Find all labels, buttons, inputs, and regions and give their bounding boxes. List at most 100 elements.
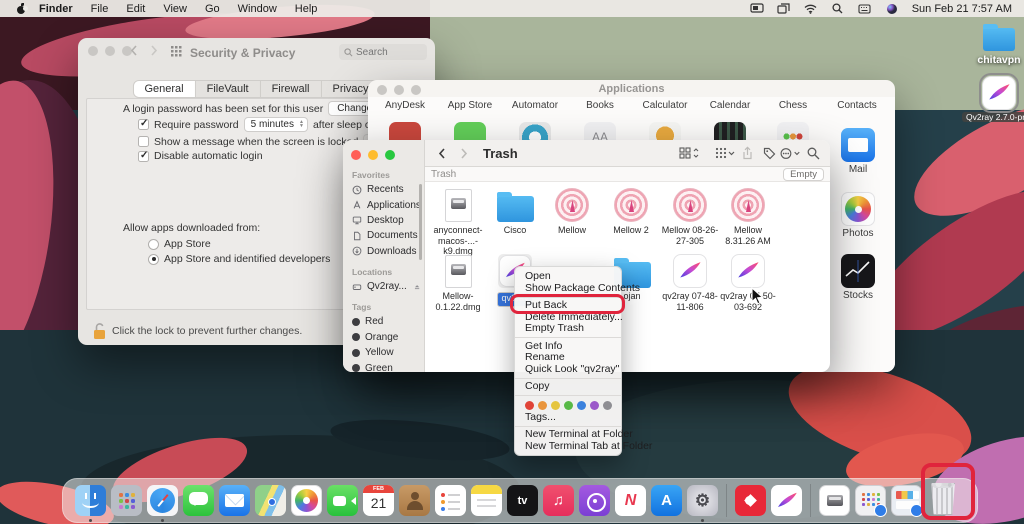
show-message-checkbox[interactable]: [138, 136, 149, 147]
sidebar-item-applications[interactable]: Applications: [343, 197, 424, 212]
dock-mail-icon[interactable]: [219, 485, 250, 516]
file-item[interactable]: Cisco: [486, 184, 544, 236]
tag-blue-icon[interactable]: [577, 401, 586, 410]
tag-yellow-icon[interactable]: [551, 401, 560, 410]
dock-podcasts-icon[interactable]: [579, 485, 610, 516]
dock-calendar-icon[interactable]: FEB21: [363, 485, 394, 516]
input-source-icon[interactable]: [858, 2, 872, 15]
window-controls[interactable]: [351, 150, 395, 160]
dock-notes-icon[interactable]: [471, 485, 502, 516]
radio-identified-developers[interactable]: [148, 254, 159, 265]
tab-firewall[interactable]: Firewall: [261, 81, 322, 97]
siri-icon[interactable]: [885, 2, 899, 15]
menu-item-new-terminal[interactable]: New Terminal at Folder: [515, 429, 621, 441]
apple-menu-icon[interactable]: [16, 4, 26, 14]
disable-auto-login-checkbox[interactable]: [138, 151, 149, 162]
dock-qv2ray-icon[interactable]: [771, 485, 802, 516]
menu-item-new-terminal-tab[interactable]: New Terminal Tab at Folder: [515, 441, 621, 453]
dock-messages-icon[interactable]: [183, 485, 214, 516]
file-item[interactable]: qv2ray 07-48-11-806: [661, 250, 719, 312]
app-icon-photos[interactable]: [841, 192, 875, 226]
eject-icon[interactable]: [414, 283, 420, 291]
dock-finder-icon[interactable]: [75, 485, 106, 516]
minimize-button[interactable]: [368, 150, 378, 160]
menu-go[interactable]: Go: [196, 3, 229, 15]
tag-gray-icon[interactable]: [603, 401, 612, 410]
dock-photos-icon[interactable]: [291, 485, 322, 516]
file-item[interactable]: Mellow-0.1.22.dmg: [429, 250, 487, 312]
window-controls[interactable]: [88, 46, 132, 56]
tag-red-icon[interactable]: [525, 401, 534, 410]
file-item[interactable]: Mellow 2: [602, 184, 660, 236]
file-item[interactable]: Mellow 08-26-27-305: [661, 184, 719, 246]
zoom-button[interactable]: [385, 150, 395, 160]
dock-screenshot-window-icon[interactable]: [891, 485, 922, 516]
dock-screenshot-grid-icon[interactable]: [855, 485, 886, 516]
wifi-icon[interactable]: [804, 2, 818, 15]
menu-file[interactable]: File: [82, 3, 118, 15]
sidebar-tag-orange[interactable]: Orange: [343, 330, 424, 345]
file-item[interactable]: anyconnect-macos-...-k9.dmg: [429, 184, 487, 257]
dock-news-icon[interactable]: N: [615, 485, 646, 516]
file-item[interactable]: qv2ray 07-50-03-692: [719, 250, 777, 312]
menu-item-empty-trash[interactable]: Empty Trash: [515, 323, 621, 335]
menu-window[interactable]: Window: [229, 3, 286, 15]
show-all-icon[interactable]: [171, 46, 182, 57]
sidebar-item-recents[interactable]: Recents: [343, 182, 424, 197]
sidebar-scrollbar[interactable]: [419, 184, 422, 260]
share-button[interactable]: [736, 144, 758, 162]
menu-item-open[interactable]: Open: [515, 271, 621, 283]
sidebar-tag-green[interactable]: Green: [343, 360, 424, 372]
menu-item-copy[interactable]: Copy: [515, 381, 621, 393]
app-icon-mail[interactable]: [841, 128, 875, 162]
more-actions-button[interactable]: [780, 144, 802, 162]
dock-music-icon[interactable]: ♫: [543, 485, 574, 516]
app-icon-stocks[interactable]: [841, 254, 875, 288]
view-mode-control[interactable]: [678, 144, 700, 162]
menu-item-show-package-contents[interactable]: Show Package Contents: [515, 283, 621, 295]
dock-system-preferences-icon[interactable]: ⚙: [687, 485, 718, 516]
file-item[interactable]: Mellow: [543, 184, 601, 236]
search-input[interactable]: [356, 47, 416, 58]
menu-item-rename[interactable]: Rename: [515, 352, 621, 364]
dock-tv-icon[interactable]: tv: [507, 485, 538, 516]
forward-button[interactable]: [453, 144, 475, 162]
sidebar-item-downloads[interactable]: Downloads: [343, 244, 424, 259]
group-by-button[interactable]: [714, 144, 736, 162]
require-password-checkbox[interactable]: [138, 119, 149, 130]
minimize-button[interactable]: [105, 46, 115, 56]
unlocked-padlock-icon[interactable]: [92, 322, 107, 340]
empty-trash-button[interactable]: Empty: [783, 168, 824, 181]
sidebar-item-documents[interactable]: Documents: [343, 228, 424, 243]
desktop-icon-chitavpn[interactable]: chitavpn: [975, 24, 1023, 66]
sidebar-item-qv2ray-volume[interactable]: Qv2ray...: [343, 279, 424, 294]
dock-launchpad-icon[interactable]: [111, 485, 142, 516]
dock-app-store-icon[interactable]: A: [651, 485, 682, 516]
stage-windows-icon[interactable]: [777, 2, 791, 15]
menu-edit[interactable]: Edit: [117, 3, 154, 15]
search-field[interactable]: [339, 44, 427, 60]
search-button[interactable]: [802, 144, 824, 162]
tab-filevault[interactable]: FileVault: [196, 81, 261, 97]
menu-bar-clock[interactable]: Sun Feb 21 7:57 AM: [912, 3, 1012, 15]
spotlight-icon[interactable]: [831, 2, 845, 15]
tag-purple-icon[interactable]: [590, 401, 599, 410]
back-button[interactable]: [431, 144, 453, 162]
desktop-icon-qv2ray[interactable]: Qv2ray 2.7.0-pre2: [962, 76, 1024, 122]
back-icon[interactable]: [130, 45, 138, 56]
menu-finder[interactable]: Finder: [30, 3, 82, 15]
require-password-select[interactable]: 5 minutes▲▼: [244, 117, 308, 132]
dock-reminders-icon[interactable]: [435, 485, 466, 516]
dock-contacts-icon[interactable]: [399, 485, 430, 516]
tag-button[interactable]: [758, 144, 780, 162]
sidebar-tag-red[interactable]: Red: [343, 314, 424, 329]
forward-icon[interactable]: [150, 45, 158, 56]
dock-maps-icon[interactable]: [255, 485, 286, 516]
tab-general[interactable]: General: [133, 81, 195, 97]
tag-green-icon[interactable]: [564, 401, 573, 410]
menu-item-quick-look[interactable]: Quick Look "qv2ray": [515, 364, 621, 376]
dock-facetime-icon[interactable]: [327, 485, 358, 516]
dock-safari-icon[interactable]: [147, 485, 178, 516]
dock-red-diamond-app-icon[interactable]: [735, 485, 766, 516]
sidebar-tag-yellow[interactable]: Yellow: [343, 345, 424, 360]
